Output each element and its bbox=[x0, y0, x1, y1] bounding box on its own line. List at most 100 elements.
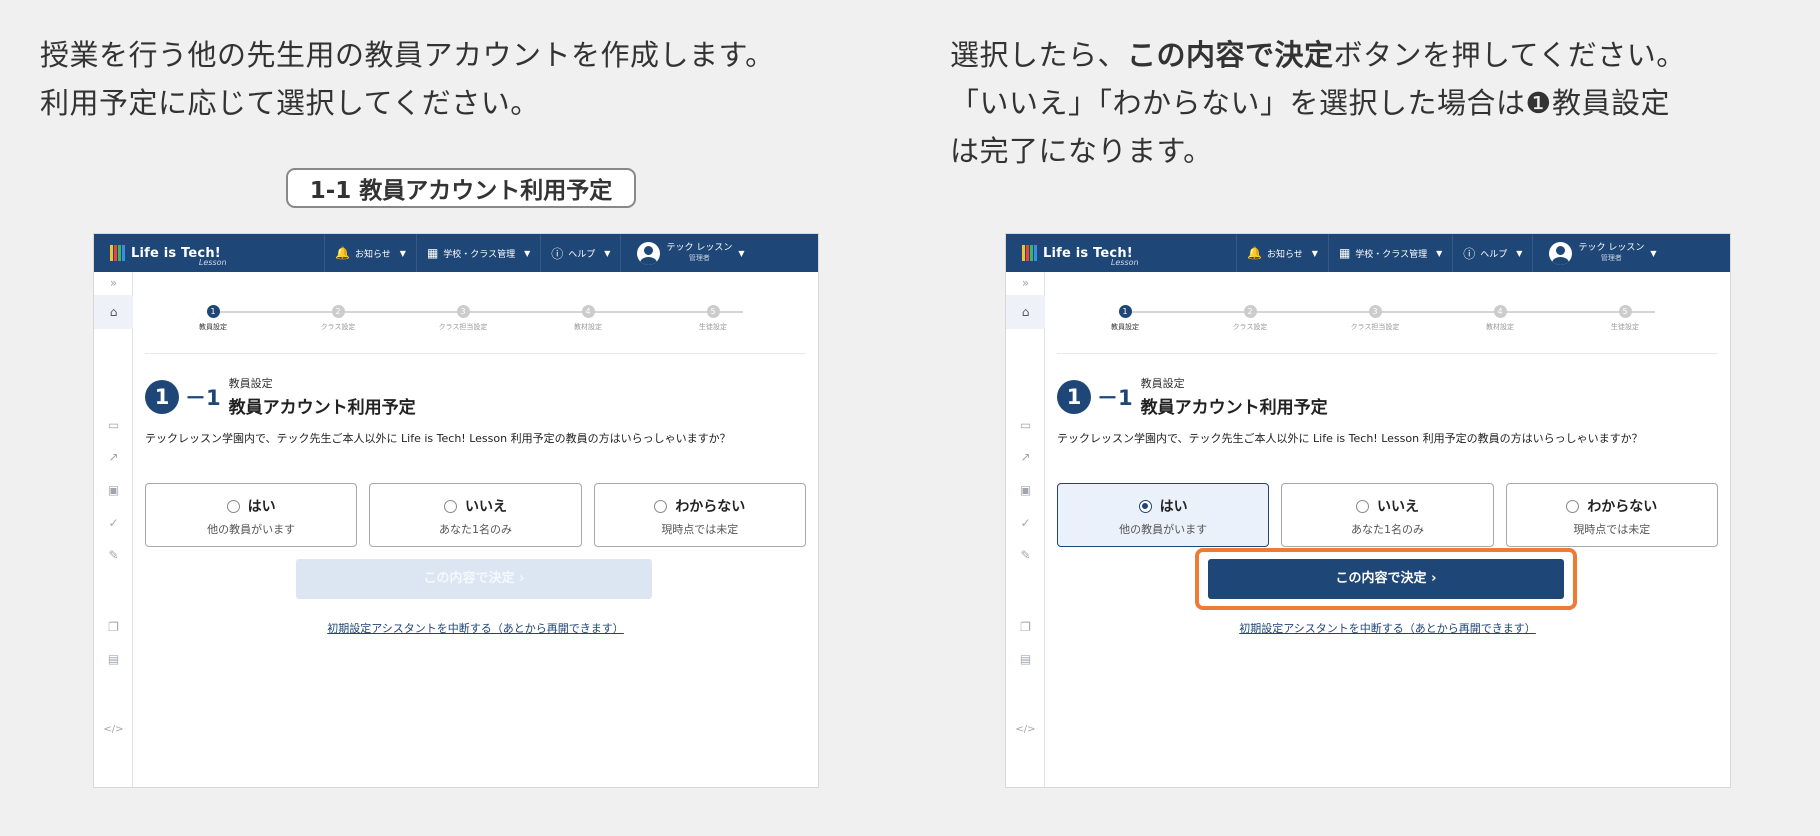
decide-button[interactable]: この内容で決定 › bbox=[1208, 559, 1564, 599]
right-caption-post: ボタンを押してください。 bbox=[1333, 38, 1686, 72]
user-menu[interactable]: テック レッスン 管理者 ▼ bbox=[620, 234, 752, 272]
step-dot: 2 bbox=[1243, 305, 1257, 318]
pencil-icon[interactable]: ✎ bbox=[94, 548, 133, 562]
nav-school-class-label: 学校・クラス管理 bbox=[443, 249, 516, 260]
option-yes[interactable]: はい他の教員がいます bbox=[145, 483, 358, 547]
help-icon: ⓘ bbox=[1463, 246, 1476, 261]
sidebar: » ⌂ ▭ ↗ ▣ ✓ ✎ ❐ ▤ </> bbox=[94, 272, 133, 787]
option-title: わからない bbox=[675, 499, 746, 515]
option-yes[interactable]: はい他の教員がいます bbox=[1057, 483, 1270, 547]
expand-icon[interactable]: » bbox=[94, 276, 133, 290]
section-category: 教員設定 bbox=[228, 377, 273, 390]
option-no[interactable]: いいえ あなた1名のみ bbox=[1281, 483, 1494, 547]
nav-help[interactable]: ⓘ ヘルプ ▼ bbox=[540, 234, 620, 272]
option-title: はい bbox=[1159, 499, 1188, 515]
bell-icon: 🔔 bbox=[335, 246, 350, 260]
option-title: わからない bbox=[1587, 499, 1658, 515]
step-dot: 4 bbox=[1493, 305, 1507, 318]
page-title: 1 －1 教員設定 教員アカウント利用予定 bbox=[145, 375, 416, 418]
right-caption-line2: 「いいえ」「わからない」を選択した場合は❶教員設定 bbox=[950, 86, 1670, 120]
chevron-down-icon: ▼ bbox=[1516, 248, 1523, 258]
calendar-icon[interactable]: ▭ bbox=[94, 418, 133, 432]
step-4: 4 教材設定 bbox=[558, 305, 618, 332]
app-logo[interactable]: Life is Tech! Lesson bbox=[94, 234, 324, 272]
pencil-icon[interactable]: ✎ bbox=[1006, 548, 1045, 562]
right-caption-line3: は完了になります。 bbox=[950, 134, 1213, 168]
step-label: 教材設定 bbox=[574, 323, 602, 331]
step-5: 5 生徒設定 bbox=[1595, 305, 1655, 332]
nav-help-label: ヘルプ bbox=[1480, 249, 1508, 260]
top-bar: Life is Tech! Lesson 🔔 お知らせ ▼ ▦ 学校・クラス管理 ▼ ⓘ… bbox=[94, 234, 818, 272]
app-logo[interactable]: Life is Tech! Lesson bbox=[1006, 234, 1236, 272]
option-no[interactable]: いいえ あなた1名のみ bbox=[369, 483, 582, 547]
nav-notifications-label: お知らせ bbox=[1266, 249, 1303, 260]
step-dot: 1 bbox=[206, 305, 220, 318]
logo-sub: Lesson bbox=[1110, 257, 1139, 267]
chevron-down-icon: ▼ bbox=[1436, 248, 1443, 258]
section-number: 1 bbox=[145, 379, 179, 414]
copy-icon[interactable]: ❐ bbox=[1006, 620, 1045, 634]
option-unknown[interactable]: わからない 現時点では未定 bbox=[1505, 483, 1718, 547]
option-unknown[interactable]: わからない 現時点では未定 bbox=[593, 483, 806, 547]
chevron-down-icon: ▼ bbox=[604, 248, 611, 258]
nav-notifications[interactable]: 🔔 お知らせ ▼ bbox=[324, 234, 416, 272]
right-caption-pre: 選択したら、 bbox=[950, 38, 1128, 72]
home-icon[interactable]: ⌂ bbox=[94, 295, 133, 329]
code-icon[interactable]: </> bbox=[94, 724, 133, 735]
user-menu[interactable]: テック レッスン 管理者 ▼ bbox=[1532, 234, 1664, 272]
chevron-down-icon: ▼ bbox=[738, 248, 745, 258]
option-title: いいえ bbox=[1376, 499, 1419, 515]
nav-notifications[interactable]: 🔔 お知らせ ▼ bbox=[1236, 234, 1328, 272]
right-caption-bold: この内容で決定 bbox=[1127, 38, 1334, 72]
step-label: 生徒設定 bbox=[1611, 323, 1639, 331]
top-bar: Life is Tech! Lesson 🔔 お知らせ ▼ ▦ 学校・クラス管理 ▼ ⓘ… bbox=[1006, 234, 1730, 272]
nav-school-class[interactable]: ▦ 学校・クラス管理 ▼ bbox=[1327, 234, 1452, 272]
document-icon[interactable]: ▤ bbox=[1006, 652, 1045, 666]
radio-icon bbox=[443, 499, 457, 513]
left-caption: 授業を行う他の先生用の教員アカウントを作成します。 利用予定に応じて選択してくだ… bbox=[40, 31, 775, 127]
pause-setup-link-text[interactable]: 初期設定アシスタントを中断する（あとから再開できます） bbox=[327, 622, 624, 635]
radio-icon bbox=[1566, 499, 1580, 513]
check-icon[interactable]: ✓ bbox=[1006, 516, 1045, 530]
copy-icon[interactable]: ❐ bbox=[94, 620, 133, 634]
home-icon[interactable]: ⌂ bbox=[1006, 295, 1045, 329]
logo-sub: Lesson bbox=[198, 257, 227, 267]
nav-school-class[interactable]: ▦ 学校・クラス管理 ▼ bbox=[415, 234, 540, 272]
option-sub: 他の教員がいます bbox=[207, 523, 296, 536]
radio-selected-icon bbox=[1138, 499, 1152, 513]
option-title: はい bbox=[247, 499, 276, 515]
step-4: 4 教材設定 bbox=[1470, 305, 1530, 332]
document-icon[interactable]: ▤ bbox=[94, 652, 133, 666]
chart-icon[interactable]: ↗ bbox=[1006, 450, 1045, 464]
code-icon[interactable]: </> bbox=[1006, 724, 1045, 735]
step-dot: 5 bbox=[706, 305, 720, 318]
section-label-box: 1-1 教員アカウント利用予定 bbox=[286, 168, 636, 208]
pause-setup-link[interactable]: 初期設定アシスタントを中断する（あとから再開できます） bbox=[1045, 620, 1730, 636]
calendar-icon[interactable]: ▭ bbox=[1006, 418, 1045, 432]
decide-button[interactable]: この内容で決定 › bbox=[296, 559, 652, 599]
right-caption: 選択したら、この内容で決定ボタンを押してください。 「いいえ」「わからない」を選… bbox=[950, 31, 1686, 175]
divider bbox=[145, 353, 806, 354]
question-text: テックレッスン学園内で、テック先生ご本人以外に Life is Tech! Le… bbox=[1057, 432, 1643, 445]
chevron-down-icon: ▼ bbox=[524, 248, 531, 258]
sidebar: » ⌂ ▭ ↗ ▣ ✓ ✎ ❐ ▤ </> bbox=[1006, 272, 1045, 787]
pause-setup-link-text[interactable]: 初期設定アシスタントを中断する（あとから再開できます） bbox=[1239, 622, 1536, 635]
nav-help[interactable]: ⓘ ヘルプ ▼ bbox=[1452, 234, 1532, 272]
chart-icon[interactable]: ↗ bbox=[94, 450, 133, 464]
option-sub: 他の教員がいます bbox=[1119, 523, 1208, 536]
left-caption-line2: 利用予定に応じて選択してください。 bbox=[40, 86, 540, 120]
step-label: 教員設定 bbox=[1111, 323, 1139, 331]
right-caption-line1: 選択したら、この内容で決定ボタンを押してください。 bbox=[950, 31, 1686, 79]
chevron-down-icon: ▼ bbox=[399, 248, 406, 258]
chevron-down-icon: ▼ bbox=[1650, 248, 1657, 258]
radio-icon bbox=[654, 499, 668, 513]
pause-setup-link[interactable]: 初期設定アシスタントを中断する（あとから再開できます） bbox=[133, 620, 818, 636]
user-role: 管理者 bbox=[688, 254, 710, 262]
monitor-icon[interactable]: ▣ bbox=[94, 483, 133, 497]
section-title: 教員アカウント利用予定 bbox=[1140, 398, 1328, 418]
monitor-icon[interactable]: ▣ bbox=[1006, 483, 1045, 497]
step-label: クラス担当設定 bbox=[438, 323, 488, 331]
section-subnumber: －1 bbox=[185, 385, 221, 410]
check-icon[interactable]: ✓ bbox=[94, 516, 133, 530]
expand-icon[interactable]: » bbox=[1006, 276, 1045, 290]
